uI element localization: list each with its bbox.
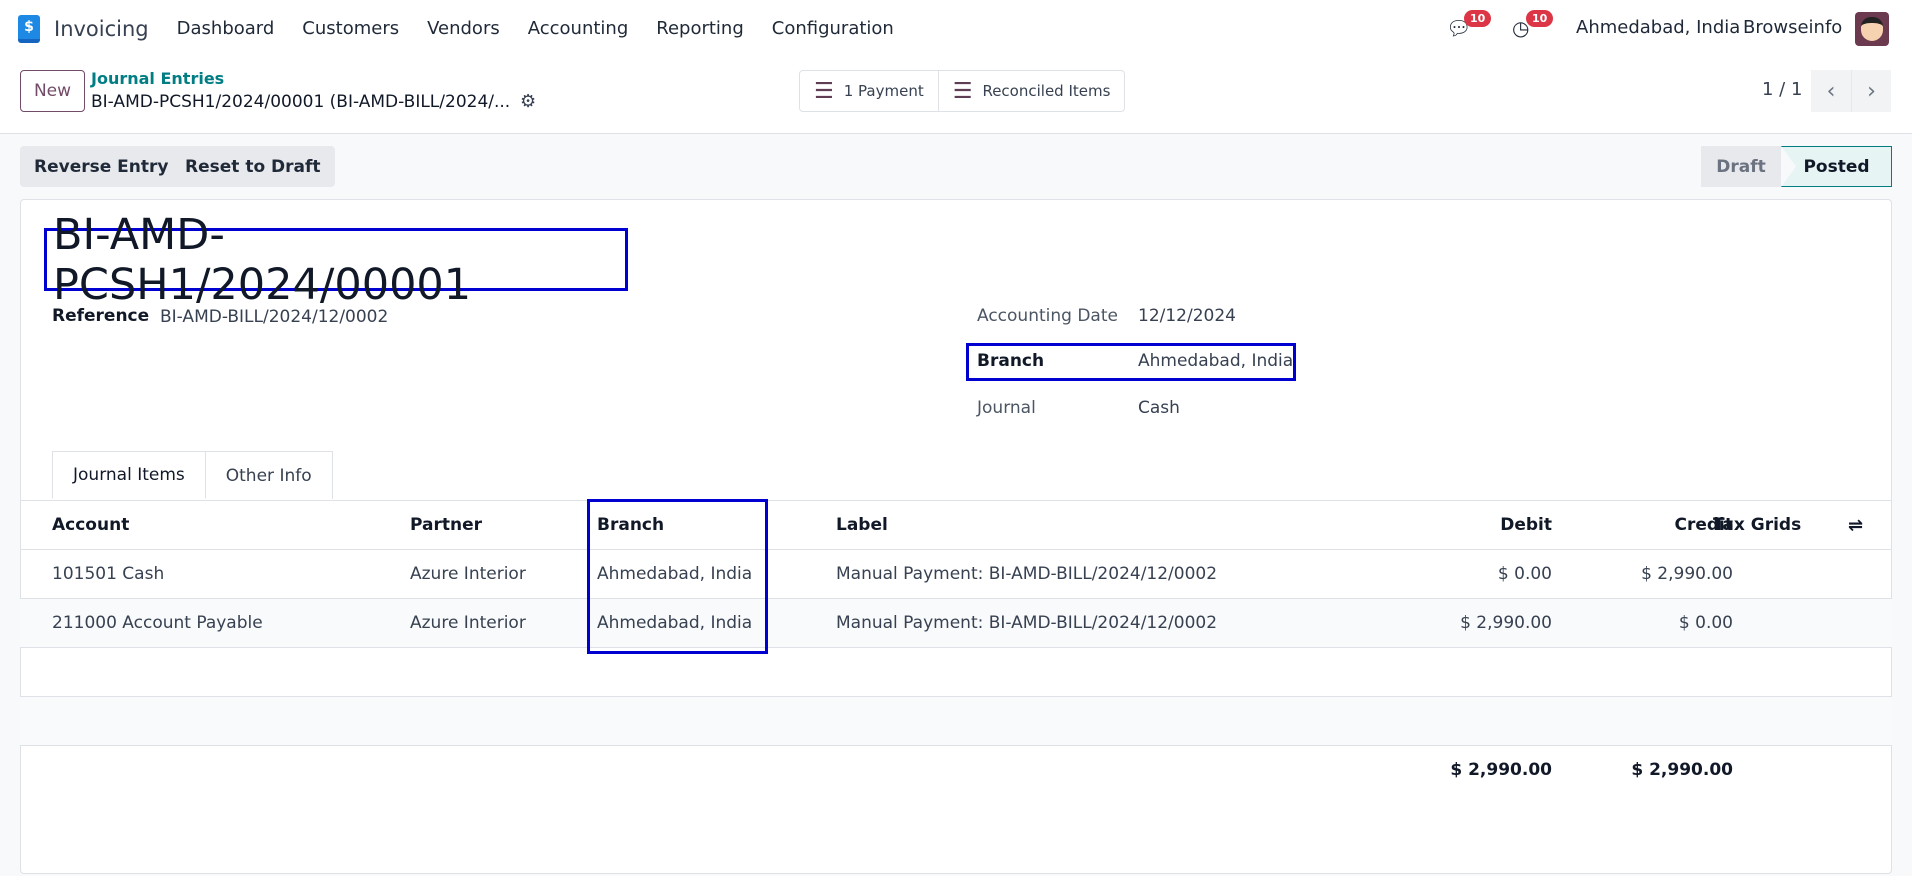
user-menu[interactable]: Browseinfo: [1743, 17, 1842, 38]
header-account[interactable]: Account: [52, 515, 129, 535]
reconciled-items-button[interactable]: ☰ Reconciled Items: [937, 71, 1125, 111]
chevron-left-icon[interactable]: ‹: [1811, 70, 1851, 112]
messages-button[interactable]: 💬︎ 10: [1446, 10, 1492, 40]
cell-debit: $ 2,990.00: [1460, 613, 1552, 633]
smart-buttons: ☰ 1 Payment ☰ Reconciled Items: [799, 70, 1126, 112]
top-navbar: $ Invoicing Dashboard Customers Vendors …: [0, 0, 1912, 57]
cell-credit: $ 0.00: [1678, 613, 1733, 633]
statusbar: Draft Posted: [1701, 146, 1892, 187]
list-icon: ☰: [952, 78, 973, 104]
branch-value[interactable]: Ahmedabad, India: [1138, 351, 1293, 371]
cell-account: 211000 Account Payable: [52, 613, 263, 633]
payment-label: 1 Payment: [843, 82, 924, 100]
header-tax-grids[interactable]: Tax Grids: [1713, 515, 1801, 535]
reference-label: Reference: [52, 306, 150, 326]
chevron-right-icon[interactable]: ›: [1851, 70, 1891, 112]
cell-label: Manual Payment: BI-AMD-BILL/2024/12/0002: [836, 613, 1218, 633]
breadcrumb-journal-entries[interactable]: Journal Entries: [91, 69, 224, 88]
list-icon: ☰: [814, 78, 834, 104]
tab-other-info[interactable]: Other Info: [205, 451, 333, 499]
header-debit[interactable]: Debit: [1500, 515, 1552, 535]
entry-title-box: BI-AMD-PCSH1/2024/00001: [44, 210, 628, 310]
avatar[interactable]: [1855, 12, 1889, 46]
notebook-tabs: Journal Items Other Info: [52, 451, 333, 499]
branch-label: Branch: [977, 351, 1045, 371]
totals-row: $ 2,990.00 $ 2,990.00: [20, 745, 1892, 794]
cell-account: 101501 Cash: [52, 564, 165, 584]
reconciled-label: Reconciled Items: [982, 82, 1111, 100]
journal-label: Journal: [977, 398, 1036, 418]
journal-items-table: Account Partner Branch Label Debit Credi…: [20, 500, 1892, 794]
menu-dashboard[interactable]: Dashboard: [177, 18, 275, 39]
menu-vendors[interactable]: Vendors: [427, 18, 500, 39]
accounting-date-label: Accounting Date: [977, 306, 1118, 326]
empty-row: [20, 647, 1892, 696]
cell-partner: Azure Interior: [410, 564, 526, 584]
column-settings-icon[interactable]: ⇌: [1848, 515, 1863, 536]
pager-arrows: ‹ ›: [1811, 70, 1891, 112]
company-switcher[interactable]: Ahmedabad, India: [1576, 17, 1740, 38]
cell-debit: $ 0.00: [1497, 564, 1552, 584]
cell-label: Manual Payment: BI-AMD-BILL/2024/12/0002: [836, 564, 1218, 584]
total-credit: $ 2,990.00: [1631, 760, 1733, 780]
control-panel: New Journal Entries BI-AMD-PCSH1/2024/00…: [0, 57, 1912, 134]
tab-journal-items[interactable]: Journal Items: [52, 451, 206, 499]
reset-to-draft-button[interactable]: Reset to Draft: [171, 146, 335, 187]
messages-badge: 10: [1464, 10, 1492, 27]
invoicing-logo-icon[interactable]: $: [18, 14, 40, 43]
status-posted[interactable]: Posted: [1781, 146, 1892, 187]
reverse-entry-button[interactable]: Reverse Entry: [20, 146, 183, 187]
avatar-face-icon: [1861, 17, 1883, 41]
journal-value[interactable]: Cash: [1138, 398, 1180, 418]
reference-value[interactable]: BI-AMD-BILL/2024/12/0002: [160, 307, 388, 327]
table-row[interactable]: 101501 Cash Azure Interior Ahmedabad, In…: [20, 549, 1892, 598]
total-debit: $ 2,990.00: [1450, 760, 1552, 780]
activities-button[interactable]: ◷ 10: [1512, 10, 1554, 40]
pager-value[interactable]: 1 / 1: [1762, 79, 1802, 100]
entry-title: BI-AMD-PCSH1/2024/00001: [53, 209, 472, 310]
breadcrumb-current: BI-AMD-PCSH1/2024/00001 (BI-AMD-BILL/202…: [91, 92, 511, 112]
gear-icon[interactable]: ⚙: [520, 91, 536, 112]
menu-accounting[interactable]: Accounting: [528, 18, 629, 39]
header-partner[interactable]: Partner: [410, 515, 482, 535]
cell-partner: Azure Interior: [410, 613, 526, 633]
menu-reporting[interactable]: Reporting: [656, 18, 744, 39]
new-button[interactable]: New: [20, 70, 85, 112]
branch-column-highlight-box: [587, 499, 768, 654]
menu-customers[interactable]: Customers: [302, 18, 399, 39]
payment-smart-button[interactable]: ☰ 1 Payment: [800, 71, 938, 111]
cell-credit: $ 2,990.00: [1641, 564, 1733, 584]
table-header: Account Partner Branch Label Debit Credi…: [20, 500, 1892, 549]
app-name[interactable]: Invoicing: [54, 17, 149, 41]
header-label[interactable]: Label: [836, 515, 888, 535]
table-row[interactable]: 211000 Account Payable Azure Interior Ah…: [20, 598, 1892, 647]
empty-row: [20, 696, 1892, 745]
menu-configuration[interactable]: Configuration: [772, 18, 894, 39]
activities-badge: 10: [1526, 10, 1554, 27]
accounting-date-value[interactable]: 12/12/2024: [1138, 306, 1236, 326]
status-draft[interactable]: Draft: [1701, 146, 1781, 187]
